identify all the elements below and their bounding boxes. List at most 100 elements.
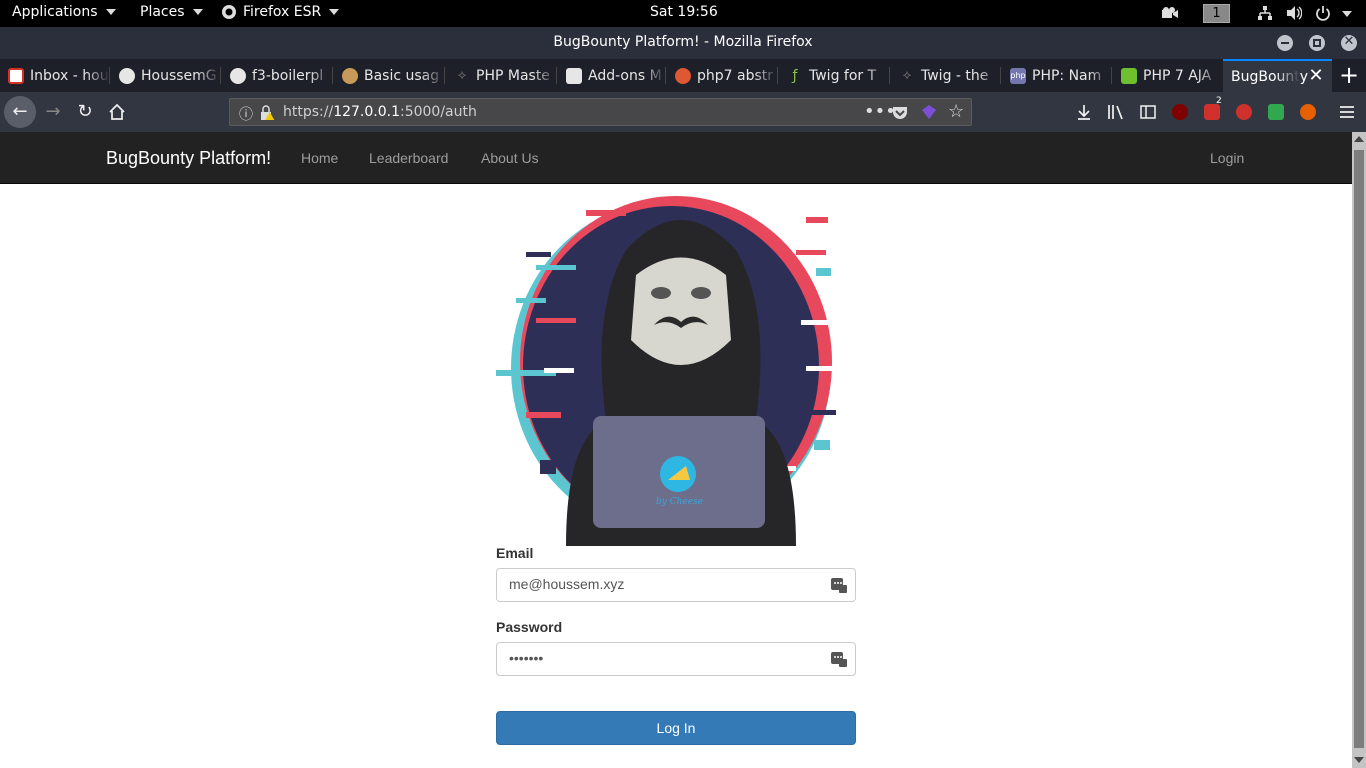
tab-github-houssem[interactable]: HoussemG: [111, 59, 221, 92]
reload-button[interactable]: ↻: [71, 98, 99, 126]
close-window-button[interactable]: ✕: [1341, 34, 1357, 51]
scroll-up-icon[interactable]: [1354, 136, 1364, 142]
firefox-icon: [222, 5, 236, 19]
logo-caption: by Cheese: [656, 497, 703, 507]
nav-leaderboard[interactable]: Leaderboard: [369, 150, 448, 166]
site-brand[interactable]: BugBounty Platform!: [106, 148, 271, 169]
tab-bugbounty[interactable]: BugBounty ✕: [1223, 59, 1332, 92]
nav-home[interactable]: Home: [301, 150, 338, 166]
password-label: Password: [496, 619, 563, 635]
home-button[interactable]: [103, 98, 131, 126]
email-value: me@houssem.xyz: [509, 576, 625, 592]
laptop: by Cheese: [593, 416, 765, 528]
scroll-down-icon[interactable]: [1354, 757, 1364, 763]
puzzle-icon: [566, 67, 582, 84]
insecure-lock-icon[interactable]: [259, 105, 275, 121]
tab-php-namespaces[interactable]: php PHP: Nam: [1002, 59, 1112, 92]
minimize-button[interactable]: [1277, 35, 1293, 51]
nav-about-us[interactable]: About Us: [481, 150, 539, 166]
system-menu-chevron-icon[interactable]: [1342, 11, 1352, 17]
window-title: BugBounty Platform! - Mozilla Firefox: [553, 34, 813, 50]
site-navbar: BugBounty Platform! Home Leaderboard Abo…: [0, 132, 1352, 184]
tab-inbox[interactable]: Inbox - hou: [0, 59, 110, 92]
chart-icon: [1121, 67, 1137, 84]
page-viewport: BugBounty Platform! Home Leaderboard Abo…: [0, 132, 1352, 768]
power-icon[interactable]: [1315, 5, 1331, 21]
url-host: 127.0.0.1: [333, 104, 400, 120]
volume-icon[interactable]: [1286, 5, 1302, 21]
extension-gem-icon[interactable]: [921, 104, 937, 120]
places-menu[interactable]: Places: [140, 4, 203, 20]
chevron-down-icon: [329, 9, 340, 15]
scrollbar-thumb[interactable]: [1354, 150, 1364, 748]
maximize-button[interactable]: [1309, 35, 1325, 51]
password-manager-icon[interactable]: [831, 577, 847, 593]
tab-php7-abstract[interactable]: php7 abstr: [667, 59, 778, 92]
applications-menu[interactable]: Applications: [12, 4, 116, 20]
window-titlebar: BugBounty Platform! - Mozilla Firefox ✕: [0, 27, 1366, 59]
tab-twig-for-template[interactable]: ƒ Twig for T: [779, 59, 890, 92]
chevron-down-icon: [192, 9, 203, 15]
twig-icon: ƒ: [792, 67, 798, 84]
php-icon: php: [1010, 67, 1026, 84]
bookmark-star-icon[interactable]: ☆: [948, 101, 964, 122]
navigation-toolbar: ← → ↻ ⓘ https://127.0.0.1:5000/auth ••• …: [0, 92, 1366, 132]
chevron-down-icon: [105, 9, 116, 15]
close-tab-icon[interactable]: ✕: [1306, 66, 1326, 86]
url-bar[interactable]: ⓘ https://127.0.0.1:5000/auth ••• ☆: [229, 98, 972, 126]
dog-icon: [342, 67, 358, 84]
extension-green-icon[interactable]: [1268, 104, 1284, 120]
nav-login[interactable]: Login: [1210, 150, 1244, 166]
github-icon: [230, 67, 246, 84]
extension-red-icon[interactable]: [1236, 104, 1252, 120]
tab-twig-the[interactable]: ⟡ Twig - the: [891, 59, 1001, 92]
workspace-indicator[interactable]: 1: [1203, 4, 1230, 23]
extension-fox-icon[interactable]: [1300, 104, 1316, 120]
arrow-left-icon: ←: [12, 101, 28, 122]
hamburger-menu-icon[interactable]: [1339, 105, 1355, 119]
forward-button[interactable]: →: [39, 98, 67, 126]
tab-php-master[interactable]: ⟡ PHP Maste: [446, 59, 557, 92]
network-icon[interactable]: [1257, 5, 1273, 21]
extension-badge-icon[interactable]: 2: [1204, 96, 1222, 120]
clock[interactable]: Sat 19:56: [650, 4, 718, 20]
url-path: :5000/auth: [399, 104, 477, 120]
new-tab-button[interactable]: +: [1336, 61, 1362, 89]
plus-icon: +: [1338, 61, 1360, 89]
pocket-icon[interactable]: [892, 104, 908, 120]
reload-icon: ↻: [77, 101, 93, 122]
sidebar-icon[interactable]: [1140, 104, 1156, 120]
applications-label: Applications: [12, 4, 98, 20]
minimize-icon: [1281, 42, 1289, 44]
twig-icon: ⟡: [902, 67, 912, 83]
back-button[interactable]: ←: [4, 96, 36, 128]
url-scheme: https://: [283, 104, 334, 120]
email-input[interactable]: me@houssem.xyz: [496, 568, 856, 602]
system-top-bar: Applications Places Firefox ESR Sat 19:5…: [0, 0, 1366, 27]
tab-addons[interactable]: Add-ons M: [558, 59, 666, 92]
library-icon[interactable]: [1107, 104, 1125, 120]
clock-label: Sat 19:56: [650, 4, 718, 20]
downloads-icon[interactable]: [1076, 104, 1092, 120]
tab-f3-boilerplate[interactable]: f3-boilerpl: [222, 59, 333, 92]
page-scrollbar[interactable]: [1352, 132, 1366, 768]
gmail-icon: [8, 67, 24, 84]
password-manager-icon[interactable]: [831, 651, 847, 667]
password-input[interactable]: •••••••: [496, 642, 856, 676]
php-master-icon: ⟡: [457, 67, 467, 83]
tab-strip: Inbox - hou HoussemG f3-boilerpl Basic u…: [0, 59, 1366, 92]
places-label: Places: [140, 4, 185, 20]
camera-icon[interactable]: [1161, 6, 1179, 20]
hacker-illustration: by Cheese: [496, 196, 841, 546]
github-icon: [119, 67, 135, 84]
tab-basic-usage[interactable]: Basic usag: [334, 59, 445, 92]
ublock-icon[interactable]: [1172, 104, 1188, 120]
login-button[interactable]: Log In: [496, 711, 856, 745]
url-text: https://127.0.0.1:5000/auth: [283, 104, 477, 120]
tab-php7-ajax[interactable]: PHP 7 AJA: [1113, 59, 1222, 92]
firefox-app-menu[interactable]: Firefox ESR: [221, 4, 340, 20]
info-icon[interactable]: ⓘ: [239, 104, 253, 124]
firefox-app-label: Firefox ESR: [243, 4, 322, 20]
arrow-right-icon: →: [45, 101, 61, 122]
maximize-icon: [1313, 39, 1321, 47]
